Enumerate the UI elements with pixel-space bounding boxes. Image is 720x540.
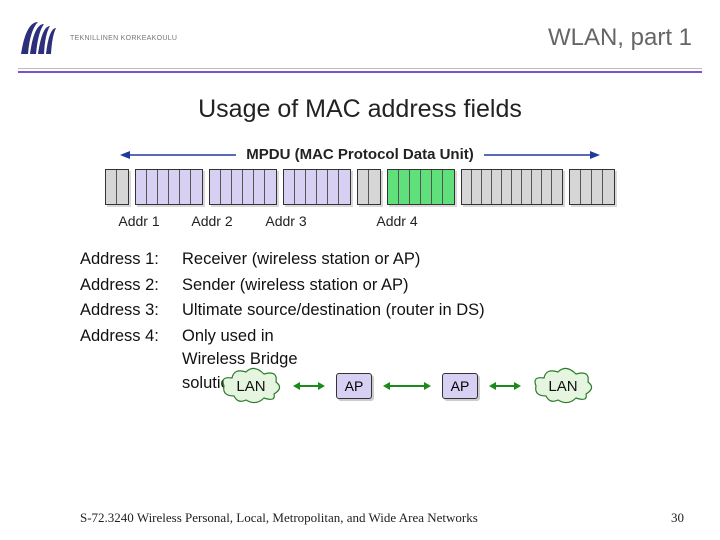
field-fcs bbox=[569, 169, 615, 205]
addr1-label: Addr 1 bbox=[104, 213, 174, 229]
double-arrow-icon bbox=[382, 380, 432, 392]
desc-addr1: Address 1: Receiver (wireless station or… bbox=[80, 247, 640, 273]
ap-label: AP bbox=[451, 378, 470, 394]
desc-text: Sender (wireless station or AP) bbox=[182, 273, 409, 299]
field-frame-control bbox=[105, 169, 129, 205]
logo: TEKNILLINEN KORKEAKOULU bbox=[18, 18, 177, 58]
field-body bbox=[461, 169, 563, 205]
field-seq-ctl bbox=[357, 169, 381, 205]
desc-text: Only used in bbox=[182, 324, 274, 350]
lan-label: LAN bbox=[532, 366, 594, 406]
field-addr4 bbox=[387, 169, 455, 205]
arrow-right-icon bbox=[482, 148, 602, 162]
lan-label: LAN bbox=[220, 366, 282, 406]
ap-label: AP bbox=[345, 378, 364, 394]
desc-text: Ultimate source/destination (router in D… bbox=[182, 298, 485, 324]
arrow-left-icon bbox=[118, 148, 238, 162]
mpdu-diagram: MPDU (MAC Protocol Data Unit) bbox=[0, 146, 720, 229]
logo-text: TEKNILLINEN KORKEAKOULU bbox=[70, 35, 177, 42]
ap-box: AP bbox=[442, 373, 478, 399]
desc-text: Receiver (wireless station or AP) bbox=[182, 247, 420, 273]
slide-title: Usage of MAC address fields bbox=[0, 95, 720, 124]
addr2-label: Addr 2 bbox=[174, 213, 250, 229]
header: TEKNILLINEN KORKEAKOULU WLAN, part 1 bbox=[0, 0, 720, 66]
field-addr3 bbox=[283, 169, 351, 205]
page-number: 30 bbox=[671, 510, 684, 526]
frame-fields bbox=[0, 169, 720, 205]
desc-label: Address 4: bbox=[80, 324, 182, 350]
divider bbox=[18, 68, 702, 69]
footer-text: S-72.3240 Wireless Personal, Local, Metr… bbox=[80, 510, 478, 526]
addr4-label: Addr 4 bbox=[362, 213, 432, 229]
footer: S-72.3240 Wireless Personal, Local, Metr… bbox=[0, 510, 720, 526]
divider-accent bbox=[18, 71, 702, 73]
desc-addr3: Address 3: Ultimate source/destination (… bbox=[80, 298, 640, 324]
ap-box: AP bbox=[336, 373, 372, 399]
desc-addr4: Address 4: Only used in bbox=[80, 324, 640, 350]
lan-cloud: LAN bbox=[532, 366, 594, 406]
page-title: WLAN, part 1 bbox=[548, 24, 692, 52]
addr-labels: Addr 1 Addr 2 Addr 3 Addr 4 bbox=[0, 213, 720, 229]
logo-icon bbox=[18, 18, 62, 58]
field-addr2 bbox=[209, 169, 277, 205]
field-addr1 bbox=[135, 169, 203, 205]
lan-cloud: LAN bbox=[220, 366, 282, 406]
desc-addr2: Address 2: Sender (wireless station or A… bbox=[80, 273, 640, 299]
desc-label: Address 3: bbox=[80, 298, 182, 324]
mpdu-label: MPDU (MAC Protocol Data Unit) bbox=[246, 146, 474, 163]
desc-label: Address 2: bbox=[80, 273, 182, 299]
double-arrow-icon bbox=[488, 380, 522, 392]
addr3-label: Addr 3 bbox=[250, 213, 322, 229]
double-arrow-icon bbox=[292, 380, 326, 392]
desc-label: Address 1: bbox=[80, 247, 182, 273]
